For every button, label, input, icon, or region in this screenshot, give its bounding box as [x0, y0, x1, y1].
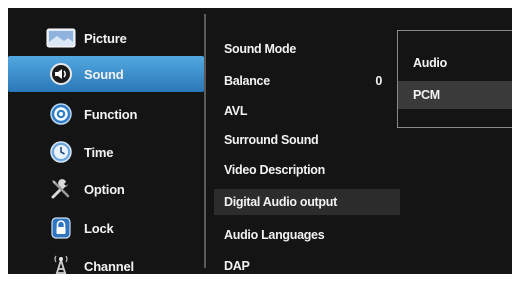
sidebar-item-picture[interactable]: Picture [8, 20, 204, 56]
function-icon [46, 102, 76, 126]
popup-option-label: Audio [413, 56, 447, 70]
sidebar-item-label: Picture [84, 30, 127, 46]
sidebar-item-label: Sound [84, 66, 124, 82]
channel-icon [46, 254, 76, 274]
sidebar-item-lock[interactable]: Lock [8, 210, 204, 246]
menu-item-label: Audio Languages [224, 228, 325, 242]
popup-option-pcm[interactable]: PCM [398, 81, 512, 109]
menu-item-label: Sound Mode [224, 42, 296, 56]
menu-item-audio-languages[interactable]: Audio Languages [214, 222, 400, 248]
digital-audio-output-popup: Audio PCM [397, 30, 512, 128]
menu-item-label: Surround Sound [224, 133, 319, 147]
settings-sidebar: Picture Sound Function Time Option Lock … [8, 18, 204, 274]
menu-item-label: Digital Audio output [224, 195, 337, 209]
menu-item-sound-mode[interactable]: Sound Mode [214, 36, 400, 62]
menu-item-video-description[interactable]: Video Description [214, 157, 400, 183]
menu-item-label: Video Description [224, 163, 325, 177]
sidebar-item-label: Function [84, 106, 138, 122]
menu-item-surround-sound[interactable]: Surround Sound [214, 127, 400, 153]
menu-item-avl[interactable]: AVL [214, 98, 400, 124]
popup-option-label: PCM [413, 88, 440, 102]
sidebar-item-label: Lock [84, 220, 114, 236]
sidebar-item-channel[interactable]: Channel [8, 248, 204, 274]
menu-item-digital-audio-output[interactable]: Digital Audio output [214, 189, 400, 215]
menu-item-label: AVL [224, 104, 248, 118]
lock-icon [46, 216, 76, 240]
balance-value: 0 [375, 74, 382, 88]
menu-item-dap[interactable]: DAP [214, 253, 400, 274]
popup-option-audio[interactable]: Audio [398, 49, 512, 77]
tv-settings-screen: Picture Sound Function Time Option Lock … [8, 8, 512, 274]
option-icon [46, 177, 76, 201]
menu-item-balance[interactable]: Balance 0 [214, 68, 400, 94]
time-icon [46, 140, 76, 164]
sidebar-item-function[interactable]: Function [8, 96, 204, 132]
menu-divider [204, 14, 206, 268]
sound-settings-list: Sound Mode Balance 0 AVL Surround Sound … [214, 18, 410, 273]
sidebar-item-label: Option [84, 181, 125, 197]
sidebar-item-time[interactable]: Time [8, 134, 204, 170]
menu-item-label: DAP [224, 259, 250, 273]
sound-icon [46, 62, 76, 86]
menu-item-label: Balance [224, 74, 270, 88]
sidebar-item-sound[interactable]: Sound [8, 56, 204, 92]
sidebar-item-option[interactable]: Option [8, 171, 204, 207]
sidebar-item-label: Channel [84, 258, 134, 274]
sidebar-item-label: Time [84, 144, 114, 160]
picture-icon [46, 26, 76, 50]
